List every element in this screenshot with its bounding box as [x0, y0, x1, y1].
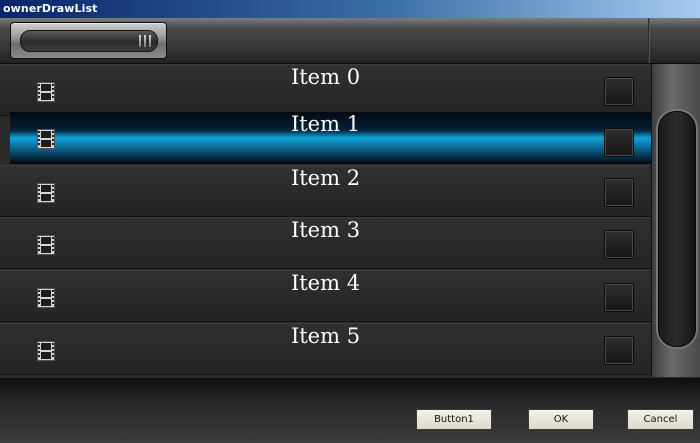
- header-bar: [0, 18, 700, 64]
- list-item-label: Item 1: [290, 112, 361, 136]
- list-item-checkbox[interactable]: [604, 283, 634, 312]
- list-item-label: Item 3: [290, 218, 361, 242]
- footer-bar: [0, 378, 700, 443]
- header-divider: [648, 18, 650, 63]
- list-item-label: Item 2: [290, 166, 361, 190]
- list-item-checkbox[interactable]: [604, 336, 634, 365]
- button1[interactable]: Button1: [416, 409, 492, 430]
- list-item[interactable]: Item 2: [0, 165, 651, 217]
- list-item-checkbox[interactable]: [604, 128, 634, 157]
- grip-line-3: [149, 35, 151, 47]
- list-item[interactable]: Item 5: [0, 323, 651, 375]
- window-title: ownerDrawList: [3, 2, 98, 15]
- list-item[interactable]: Item 4: [0, 270, 651, 322]
- list-item-checkbox[interactable]: [604, 77, 634, 106]
- vertical-scrollbar[interactable]: [651, 64, 700, 377]
- list-item[interactable]: Item 0: [0, 64, 651, 116]
- grip-line-2: [144, 35, 146, 47]
- cancel-button[interactable]: Cancel: [627, 409, 694, 430]
- list-item-selected[interactable]: Item 1: [10, 112, 651, 164]
- vertical-scroll-thumb[interactable]: [658, 111, 696, 347]
- scroll-thumb-groove: [20, 30, 158, 52]
- grip-line-1: [139, 35, 141, 47]
- list-item[interactable]: Item 3: [0, 217, 651, 269]
- list-item-label: Item 5: [290, 324, 361, 348]
- list-item-label: Item 0: [290, 65, 361, 89]
- list-item-checkbox[interactable]: [604, 230, 634, 259]
- ok-button[interactable]: OK: [528, 409, 594, 430]
- owner-draw-list-window: ownerDrawList Item 0 Item 1 Item 2 Item …: [0, 0, 700, 443]
- title-bar[interactable]: ownerDrawList: [0, 0, 700, 18]
- list-item-label: Item 4: [290, 271, 361, 295]
- horizontal-scroll-thumb[interactable]: [10, 22, 167, 59]
- owner-draw-list[interactable]: Item 0 Item 1 Item 2 Item 3 Item 4 Item …: [0, 64, 651, 378]
- list-item-checkbox[interactable]: [604, 178, 634, 207]
